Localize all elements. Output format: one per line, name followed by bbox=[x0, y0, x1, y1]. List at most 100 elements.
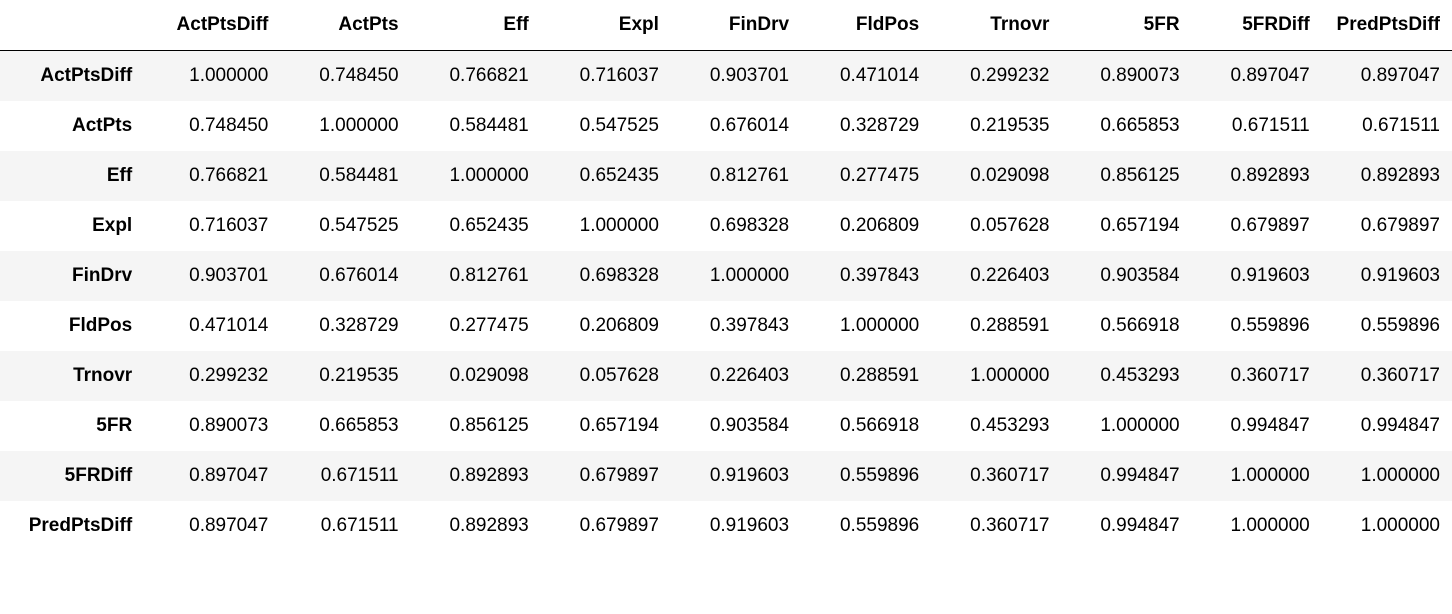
table-row: Eff 0.766821 0.584481 1.000000 0.652435 … bbox=[0, 151, 1452, 201]
cell: 0.652435 bbox=[411, 201, 541, 251]
cell: 0.397843 bbox=[801, 251, 931, 301]
col-header: Eff bbox=[411, 0, 541, 51]
cell: 0.057628 bbox=[931, 201, 1061, 251]
table-row: ActPts 0.748450 1.000000 0.584481 0.5475… bbox=[0, 101, 1452, 151]
table-row: FldPos 0.471014 0.328729 0.277475 0.2068… bbox=[0, 301, 1452, 351]
cell: 0.716037 bbox=[541, 51, 671, 102]
cell: 0.679897 bbox=[541, 501, 671, 551]
col-header: FinDrv bbox=[671, 0, 801, 51]
table-row: 5FRDiff 0.897047 0.671511 0.892893 0.679… bbox=[0, 451, 1452, 501]
cell: 0.698328 bbox=[541, 251, 671, 301]
cell: 0.397843 bbox=[671, 301, 801, 351]
cell: 0.057628 bbox=[541, 351, 671, 401]
cell: 0.471014 bbox=[150, 301, 280, 351]
cell: 0.766821 bbox=[150, 151, 280, 201]
cell: 1.000000 bbox=[931, 351, 1061, 401]
correlation-table: ActPtsDiff ActPts Eff Expl FinDrv FldPos… bbox=[0, 0, 1452, 551]
row-header: FinDrv bbox=[0, 251, 150, 301]
cell: 0.897047 bbox=[150, 501, 280, 551]
table-row: 5FR 0.890073 0.665853 0.856125 0.657194 … bbox=[0, 401, 1452, 451]
cell: 0.029098 bbox=[411, 351, 541, 401]
cell: 0.919603 bbox=[671, 451, 801, 501]
cell: 0.566918 bbox=[1061, 301, 1191, 351]
col-header: Expl bbox=[541, 0, 671, 51]
table-row: Expl 0.716037 0.547525 0.652435 1.000000… bbox=[0, 201, 1452, 251]
cell: 0.919603 bbox=[1192, 251, 1322, 301]
cell: 1.000000 bbox=[541, 201, 671, 251]
col-header: FldPos bbox=[801, 0, 931, 51]
cell: 0.559896 bbox=[1322, 301, 1452, 351]
cell: 0.748450 bbox=[280, 51, 410, 102]
cell: 0.994847 bbox=[1061, 451, 1191, 501]
row-header: Trnovr bbox=[0, 351, 150, 401]
row-header: ActPtsDiff bbox=[0, 51, 150, 102]
cell: 0.671511 bbox=[280, 451, 410, 501]
col-header: ActPts bbox=[280, 0, 410, 51]
cell: 0.919603 bbox=[1322, 251, 1452, 301]
cell: 0.299232 bbox=[931, 51, 1061, 102]
table-row: PredPtsDiff 0.897047 0.671511 0.892893 0… bbox=[0, 501, 1452, 551]
table-row: Trnovr 0.299232 0.219535 0.029098 0.0576… bbox=[0, 351, 1452, 401]
row-header: 5FRDiff bbox=[0, 451, 150, 501]
cell: 1.000000 bbox=[1061, 401, 1191, 451]
cell: 1.000000 bbox=[801, 301, 931, 351]
cell: 0.994847 bbox=[1322, 401, 1452, 451]
cell: 0.360717 bbox=[1322, 351, 1452, 401]
cell: 0.919603 bbox=[671, 501, 801, 551]
cell: 0.897047 bbox=[1322, 51, 1452, 102]
cell: 0.890073 bbox=[1061, 51, 1191, 102]
cell: 0.897047 bbox=[150, 451, 280, 501]
cell: 0.671511 bbox=[280, 501, 410, 551]
row-header: PredPtsDiff bbox=[0, 501, 150, 551]
cell: 0.584481 bbox=[280, 151, 410, 201]
cell: 0.206809 bbox=[801, 201, 931, 251]
cell: 0.679897 bbox=[1322, 201, 1452, 251]
cell: 0.903701 bbox=[671, 51, 801, 102]
cell: 0.892893 bbox=[1192, 151, 1322, 201]
cell: 1.000000 bbox=[671, 251, 801, 301]
cell: 0.226403 bbox=[671, 351, 801, 401]
cell: 0.994847 bbox=[1192, 401, 1322, 451]
col-header: 5FRDiff bbox=[1192, 0, 1322, 51]
cell: 0.360717 bbox=[1192, 351, 1322, 401]
cell: 0.812761 bbox=[411, 251, 541, 301]
cell: 0.226403 bbox=[931, 251, 1061, 301]
cell: 1.000000 bbox=[1322, 501, 1452, 551]
cell: 1.000000 bbox=[1192, 501, 1322, 551]
cell: 0.676014 bbox=[671, 101, 801, 151]
table-row: ActPtsDiff 1.000000 0.748450 0.766821 0.… bbox=[0, 51, 1452, 102]
cell: 0.360717 bbox=[931, 451, 1061, 501]
cell: 0.994847 bbox=[1061, 501, 1191, 551]
cell: 0.856125 bbox=[411, 401, 541, 451]
cell: 0.559896 bbox=[1192, 301, 1322, 351]
cell: 1.000000 bbox=[411, 151, 541, 201]
cell: 0.652435 bbox=[541, 151, 671, 201]
cell: 0.892893 bbox=[411, 451, 541, 501]
cell: 0.766821 bbox=[411, 51, 541, 102]
row-header: Eff bbox=[0, 151, 150, 201]
cell: 0.679897 bbox=[541, 451, 671, 501]
cell: 0.453293 bbox=[931, 401, 1061, 451]
col-header: Trnovr bbox=[931, 0, 1061, 51]
cell: 1.000000 bbox=[1322, 451, 1452, 501]
row-header: 5FR bbox=[0, 401, 150, 451]
cell: 0.219535 bbox=[931, 101, 1061, 151]
cell: 0.903584 bbox=[671, 401, 801, 451]
row-header: Expl bbox=[0, 201, 150, 251]
cell: 0.671511 bbox=[1192, 101, 1322, 151]
row-header: FldPos bbox=[0, 301, 150, 351]
cell: 0.903584 bbox=[1061, 251, 1191, 301]
cell: 0.206809 bbox=[541, 301, 671, 351]
cell: 1.000000 bbox=[150, 51, 280, 102]
cell: 0.897047 bbox=[1192, 51, 1322, 102]
col-header: ActPtsDiff bbox=[150, 0, 280, 51]
table-header-row: ActPtsDiff ActPts Eff Expl FinDrv FldPos… bbox=[0, 0, 1452, 51]
cell: 0.657194 bbox=[541, 401, 671, 451]
cell: 0.676014 bbox=[280, 251, 410, 301]
table-row: FinDrv 0.903701 0.676014 0.812761 0.6983… bbox=[0, 251, 1452, 301]
cell: 0.277475 bbox=[801, 151, 931, 201]
cell: 0.328729 bbox=[801, 101, 931, 151]
cell: 0.890073 bbox=[150, 401, 280, 451]
cell: 0.671511 bbox=[1322, 101, 1452, 151]
col-header: 5FR bbox=[1061, 0, 1191, 51]
